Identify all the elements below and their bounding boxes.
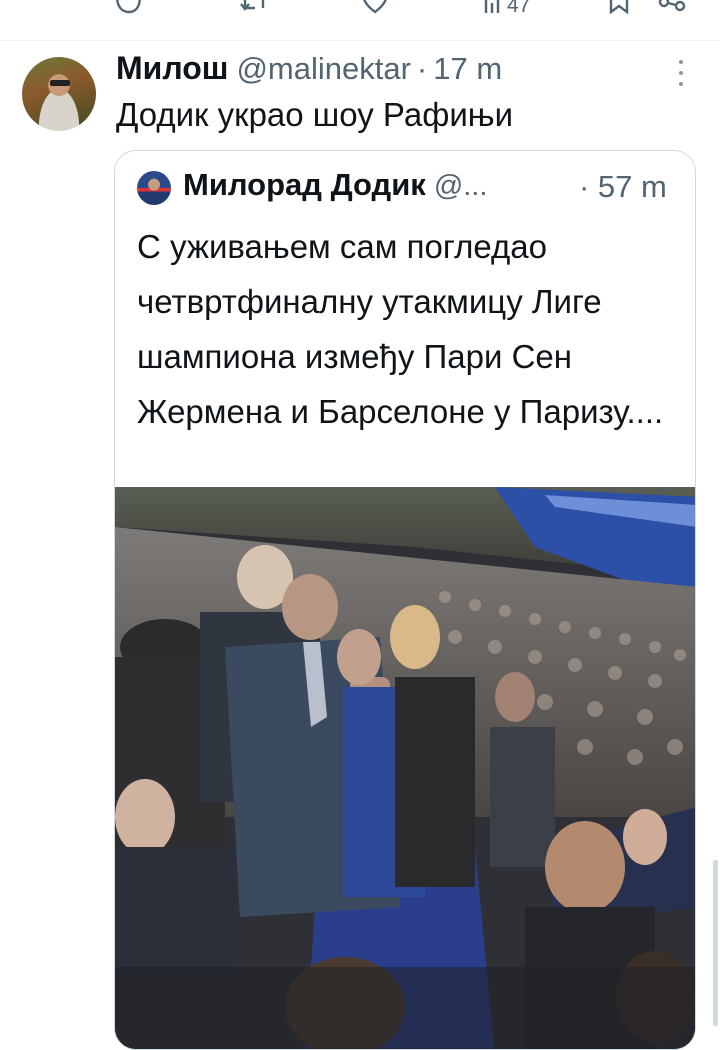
retweet-icon bbox=[240, 0, 265, 11]
bookmark-button[interactable] bbox=[606, 0, 632, 18]
quoted-tweet-header: Милорад Додик @... bbox=[183, 167, 487, 203]
like-button[interactable] bbox=[360, 0, 390, 18]
reply-icon bbox=[116, 0, 141, 14]
like-icon bbox=[363, 0, 387, 14]
quoted-tweet-photo[interactable] bbox=[115, 487, 695, 1049]
quoted-author-handle[interactable]: @... bbox=[434, 170, 488, 203]
views-button[interactable]: 47 bbox=[483, 0, 530, 18]
views-icon bbox=[484, 0, 500, 13]
quoted-tweet-timestamp[interactable]: · 57 m bbox=[579, 169, 667, 205]
quoted-tweet-text: С уживањем сам погледао четвртфиналну ут… bbox=[137, 228, 664, 430]
quoted-tweet-card[interactable]: Милорад Додик @... · 57 m С уживањем сам… bbox=[114, 150, 696, 1050]
tweet-action-bar: 47 bbox=[0, 0, 720, 30]
tweet-divider bbox=[0, 40, 720, 41]
author-handle[interactable]: @malinektar bbox=[236, 51, 410, 87]
tweet-timestamp[interactable]: 17 m bbox=[433, 51, 502, 87]
scrollbar[interactable] bbox=[713, 860, 718, 1026]
quoted-author-avatar[interactable] bbox=[137, 171, 171, 205]
reply-button[interactable] bbox=[113, 0, 143, 18]
tweet-text: Додик украо шоу Рафињи bbox=[116, 96, 514, 133]
author-name[interactable]: Милош bbox=[116, 50, 228, 87]
stadium-crowd-image bbox=[115, 487, 695, 1049]
avatar-sunglasses bbox=[50, 80, 70, 86]
quoted-author-name[interactable]: Милорад Додик bbox=[183, 167, 426, 203]
author-avatar[interactable] bbox=[22, 57, 96, 131]
views-count: 47 bbox=[507, 0, 531, 17]
tweet-header: Милош @malinektar · 17 m bbox=[116, 50, 502, 87]
more-options-icon[interactable] bbox=[676, 60, 686, 86]
share-button[interactable] bbox=[657, 0, 687, 18]
share-icon bbox=[658, 0, 686, 12]
header-separator: · bbox=[416, 51, 428, 86]
retweet-button[interactable] bbox=[237, 0, 271, 18]
bookmark-icon bbox=[609, 0, 629, 15]
